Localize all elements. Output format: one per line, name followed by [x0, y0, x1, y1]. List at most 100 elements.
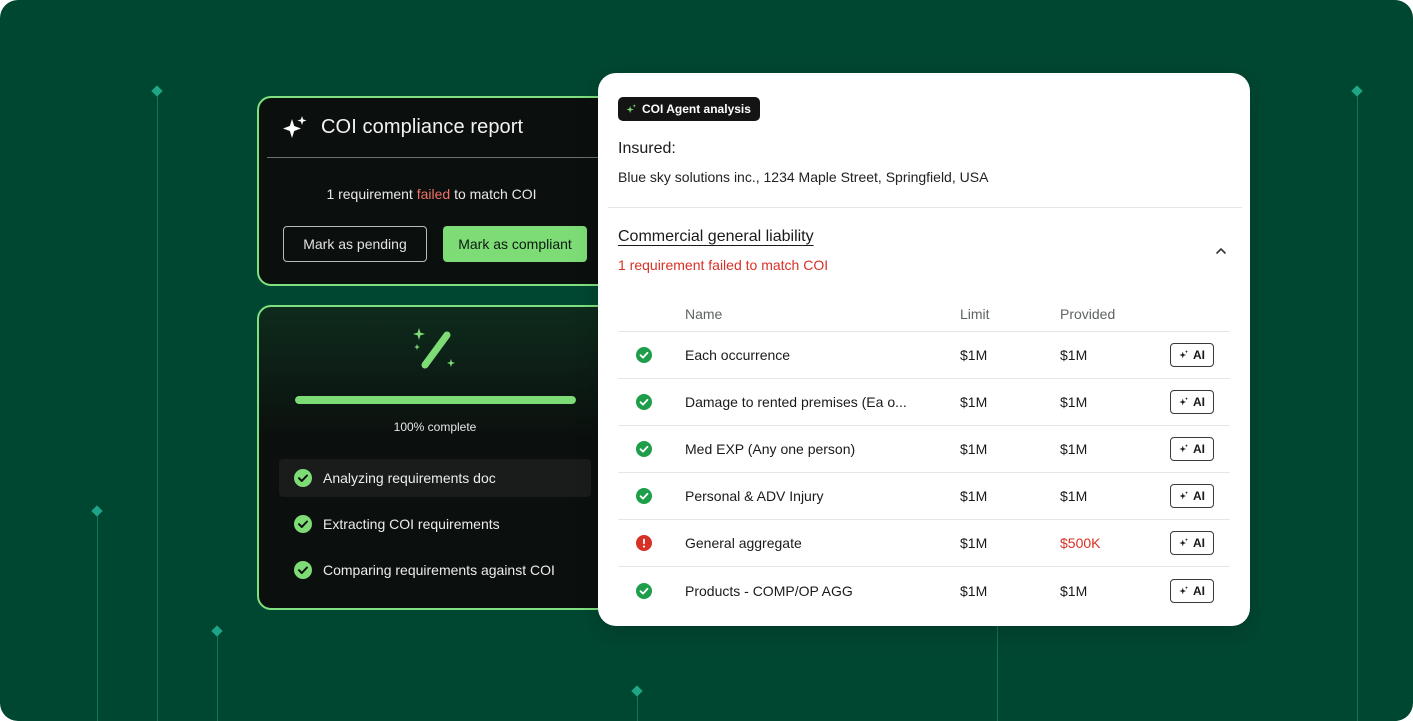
mark-as-pending-button[interactable]: Mark as pending: [283, 226, 427, 262]
report-header: COI compliance report: [267, 98, 612, 158]
insured-value: Blue sky solutions inc., 1234 Maple Stre…: [618, 169, 989, 185]
ai-button[interactable]: AI: [1170, 531, 1214, 555]
status-cell: [618, 394, 685, 410]
status-cell: [618, 347, 685, 363]
table-row: Med EXP (Any one person) $1M $1M AI: [618, 426, 1230, 473]
decor-diamond: [1351, 85, 1363, 97]
table-row: Damage to rented premises (Ea o... $1M $1M…: [618, 379, 1230, 426]
requirement-provided: $1M: [1060, 394, 1088, 410]
status-cell: [618, 441, 685, 457]
ai-button-label: AI: [1193, 348, 1205, 362]
requirement-limit: $1M: [960, 488, 988, 504]
ai-cell: AI: [1170, 390, 1230, 414]
header-name: Name: [685, 306, 723, 322]
ai-cell: AI: [1170, 343, 1230, 367]
divider: [608, 207, 1242, 208]
ai-button[interactable]: AI: [1170, 437, 1214, 461]
table-row: Each occurrence $1M $1M AI: [618, 332, 1230, 379]
ai-button[interactable]: AI: [1170, 578, 1214, 603]
sparkle-icon: [1179, 350, 1189, 359]
ai-button-label: AI: [1193, 583, 1205, 598]
ai-button[interactable]: AI: [1170, 390, 1214, 414]
step-item: Analyzing requirements doc: [279, 459, 591, 497]
requirement-limit: $1M: [960, 347, 988, 363]
status-cell: [618, 535, 685, 551]
requirement-limit: $1M: [960, 582, 988, 599]
table-header: Name Limit Provided: [618, 297, 1230, 332]
sparkle-icon: [1179, 538, 1189, 547]
section-subtitle: 1 requirement failed to match COI: [618, 257, 829, 273]
report-message-prefix: 1 requirement: [326, 186, 417, 202]
requirement-name: Products - COMP/OP AGG: [685, 582, 853, 599]
step-item: Extracting COI requirements: [279, 505, 591, 543]
ai-cell: AI: [1170, 484, 1230, 508]
ai-cell: AI: [1170, 531, 1230, 555]
magic-wand-icon: [413, 328, 455, 369]
compliance-report-card: COI compliance report 1 requirement fail…: [257, 96, 617, 286]
step-label: Comparing requirements against COI: [323, 562, 555, 578]
decor-line: [157, 91, 158, 721]
table-row: Personal & ADV Injury $1M $1M AI: [618, 473, 1230, 520]
sparkle-icon: [1179, 397, 1189, 406]
requirement-limit: $1M: [960, 394, 988, 410]
requirement-provided: $1M: [1060, 582, 1088, 599]
requirement-limit: $1M: [960, 441, 988, 457]
decor-line: [217, 631, 218, 721]
step-item: Comparing requirements against COI: [279, 551, 591, 589]
requirement-limit: $1M: [960, 535, 988, 551]
section-title[interactable]: Commercial general liability: [618, 228, 814, 246]
progress-bar: [295, 396, 576, 404]
chevron-up-icon[interactable]: [1213, 243, 1229, 259]
agent-badge-label: COI Agent analysis: [642, 102, 751, 116]
requirement-provided: $1M: [1060, 488, 1088, 504]
status-cell: [618, 488, 685, 504]
requirement-name: Each occurrence: [685, 347, 791, 363]
ai-button-label: AI: [1193, 536, 1205, 550]
decor-diamond: [151, 85, 163, 97]
step-label: Analyzing requirements doc: [323, 470, 496, 486]
sparkle-icon: [283, 115, 307, 138]
progress-label: 100% complete: [393, 420, 477, 434]
decor-diamond: [631, 685, 643, 697]
sparkle-icon: [626, 103, 637, 113]
ai-button[interactable]: AI: [1170, 484, 1214, 508]
check-circle-icon: [294, 561, 312, 579]
check-circle-icon: [636, 394, 652, 410]
decor-diamond: [211, 625, 223, 637]
alert-circle-icon: [636, 535, 652, 551]
check-circle-icon: [636, 441, 652, 457]
report-message: 1 requirement failed to match COI: [259, 186, 604, 202]
decor-line: [97, 511, 98, 721]
ai-button-label: AI: [1193, 442, 1205, 456]
requirement-provided: $500K: [1060, 535, 1101, 551]
decor-line: [997, 626, 998, 721]
ai-button-label: AI: [1193, 395, 1205, 409]
analysis-progress-card: 100% complete Analyzing requirements doc…: [257, 305, 617, 610]
mark-as-compliant-button[interactable]: Mark as compliant: [443, 226, 587, 262]
requirement-provided: $1M: [1060, 347, 1088, 363]
header-provided: Provided: [1060, 306, 1116, 322]
requirement-name: Damage to rented premises (Ea o...: [685, 394, 907, 410]
requirement-name: Med EXP (Any one person): [685, 441, 856, 457]
sparkle-icon: [1179, 491, 1189, 500]
check-circle-icon: [636, 347, 652, 363]
ai-button[interactable]: AI: [1170, 343, 1214, 367]
report-message-failed: failed: [416, 186, 451, 202]
check-circle-icon: [294, 515, 312, 533]
progress-bar-fill: [295, 396, 576, 404]
header-limit: Limit: [960, 306, 990, 322]
agent-analysis-badge: COI Agent analysis: [618, 97, 760, 121]
sparkle-icon: [1179, 444, 1189, 453]
table-row: General aggregate $1M $500K AI: [618, 520, 1230, 567]
step-label: Extracting COI requirements: [323, 516, 500, 532]
sparkle-icon: [1179, 585, 1189, 594]
requirement-name: General aggregate: [685, 535, 802, 551]
decor-line: [1357, 91, 1358, 721]
insured-label: Insured:: [618, 140, 676, 157]
report-title: COI compliance report: [321, 116, 524, 138]
ai-button-label: AI: [1193, 489, 1205, 503]
table-row: Products - COMP/OP AGG $1M $1M AI: [618, 567, 1230, 614]
report-message-suffix: to match COI: [450, 186, 537, 202]
ai-cell: AI: [1170, 437, 1230, 461]
ai-cell: AI: [1170, 578, 1230, 603]
